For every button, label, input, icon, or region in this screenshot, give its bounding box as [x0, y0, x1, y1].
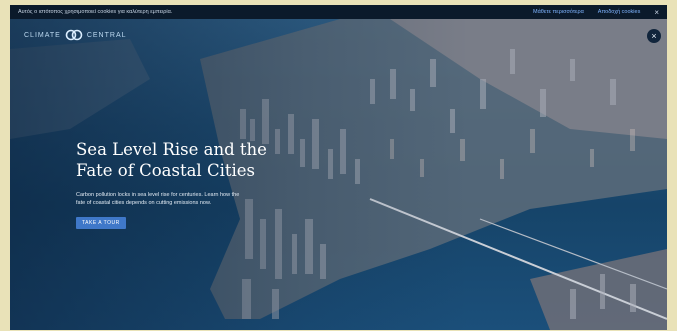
learn-more-link[interactable]: Μάθετε περισσότερα — [533, 9, 584, 15]
hero-title-line1: Sea Level Rise and the — [76, 140, 267, 159]
logo-text-right: CENTRAL — [86, 31, 127, 39]
site-logo[interactable]: CLIMATE CENTRAL — [24, 29, 127, 41]
close-notification-icon[interactable]: × — [654, 8, 659, 17]
hero-title: Sea Level Rise and the Fate of Coastal C… — [76, 139, 276, 181]
hero-description: Carbon pollution locks in sea level rise… — [76, 192, 240, 206]
accept-cookies-link[interactable]: Αποδοχή cookies — [598, 9, 641, 15]
hero-title-line2: Fate of Coastal Cities — [76, 161, 255, 180]
hero-content: Sea Level Rise and the Fate of Coastal C… — [76, 139, 276, 229]
notification-message: Αυτός ο ιστότοπος χρησιμοποιεί cookies γ… — [18, 9, 173, 15]
take-a-tour-button[interactable]: TAKE A TOUR — [76, 217, 126, 229]
page: Αυτός ο ιστότοπος χρησιμοποιεί cookies γ… — [10, 5, 667, 330]
logo-mark-icon — [65, 29, 83, 41]
logo-text-left: CLIMATE — [24, 31, 61, 39]
close-icon[interactable]: × — [647, 29, 661, 43]
cookie-notification-bar: Αυτός ο ιστότοπος χρησιμοποιεί cookies γ… — [10, 5, 667, 19]
